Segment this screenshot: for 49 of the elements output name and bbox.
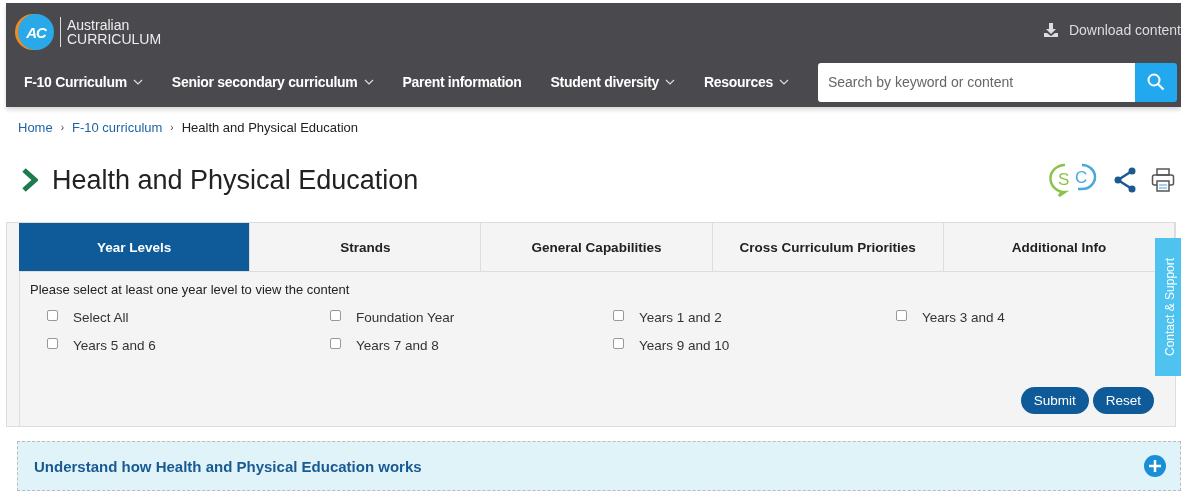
nav-item[interactable]: Student diversity — [550, 74, 676, 90]
checkbox-label[interactable]: Years 9 and 10 — [639, 338, 730, 353]
accordion-header[interactable]: Understand how Health and Physical Education works — [17, 441, 1181, 491]
tab[interactable]: Year Levels — [19, 223, 251, 272]
current-page-text: Health and Physical Education — [181, 120, 358, 135]
checkbox-label[interactable]: Foundation Year — [356, 310, 455, 325]
checkbox-label[interactable]: Years 7 and 8 — [356, 338, 439, 353]
logo-text: Australian — [67, 18, 131, 32]
checkbox[interactable] — [330, 310, 341, 321]
download-link[interactable]: Download content — [1042, 22, 1181, 38]
checkbox[interactable] — [896, 310, 907, 321]
nav-item[interactable]: Senior secondary curriculum — [171, 74, 374, 90]
checkbox-label[interactable]: Select All — [73, 310, 129, 325]
breadcrumb-separator: › — [60, 122, 65, 133]
logo-text: CURRICULUM — [67, 32, 162, 46]
checkbox[interactable] — [613, 338, 624, 349]
checkbox-label[interactable]: Years 5 and 6 — [73, 338, 156, 353]
tab[interactable]: Strands — [250, 223, 482, 272]
submit-button[interactable]: Submit — [1020, 387, 1089, 414]
reset-button[interactable]: Reset — [1092, 387, 1154, 414]
search-button[interactable] — [1135, 62, 1177, 102]
nav-item[interactable]: F-10 Curriculum — [24, 74, 143, 90]
share-icon[interactable] — [1113, 167, 1137, 193]
chevron-down-icon — [132, 79, 143, 85]
breadcrumb-separator: › — [170, 122, 174, 133]
chevron-down-icon — [363, 79, 374, 85]
search-icon — [1147, 73, 1165, 91]
instruction-text: Please select at least one year level to view the content — [30, 282, 351, 297]
checkbox[interactable] — [613, 310, 624, 321]
plus-circle-icon[interactable] — [1144, 455, 1166, 477]
checkbox-label[interactable]: Years 1 and 2 — [639, 310, 722, 325]
download-icon — [1042, 22, 1059, 38]
nav-item[interactable]: Parent information — [402, 74, 522, 90]
search-field[interactable]: Search by keyword or content — [817, 62, 1135, 102]
checkbox[interactable] — [47, 338, 58, 349]
tab[interactable]: General Capabilities — [481, 223, 713, 272]
chevron-down-icon — [665, 79, 676, 85]
accordion-title[interactable]: Understand how Health and Physical Education works — [34, 457, 422, 475]
checkbox[interactable] — [330, 338, 341, 349]
checkbox-label[interactable]: Years 3 and 4 — [922, 310, 1005, 325]
breadcrumb-link[interactable]: Home — [18, 120, 53, 135]
print-icon[interactable] — [1151, 167, 1175, 193]
chevron-right-icon — [22, 168, 38, 192]
checkbox[interactable] — [47, 310, 58, 321]
chevron-down-icon — [778, 79, 789, 85]
tab[interactable]: Cross Curriculum Priorities — [712, 223, 944, 272]
page-title: Health and Physical Education — [52, 164, 420, 196]
nav-item[interactable]: Resources — [704, 74, 789, 90]
breadcrumb-link[interactable]: F-10 curriculum — [72, 120, 163, 135]
